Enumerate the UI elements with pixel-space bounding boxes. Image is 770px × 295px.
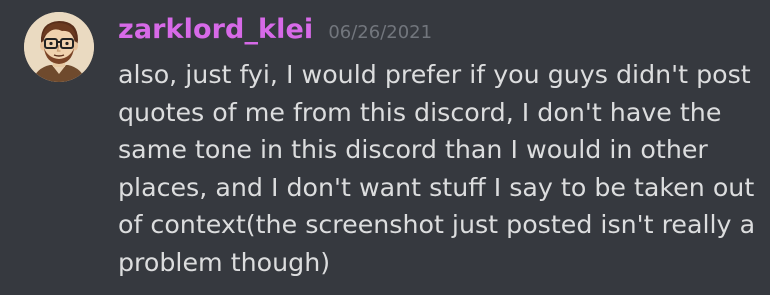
chat-message: zarklord_klei 06/26/2021 also, just fyi,… <box>0 0 770 295</box>
username[interactable]: zarklord_klei <box>118 14 313 45</box>
message-timestamp: 06/26/2021 <box>328 22 433 43</box>
message-text: also, just fyi, I would prefer if you gu… <box>118 60 756 277</box>
user-avatar[interactable] <box>24 12 94 82</box>
avatar-portrait-icon <box>24 12 94 82</box>
message-header: zarklord_klei 06/26/2021 <box>118 14 432 58</box>
